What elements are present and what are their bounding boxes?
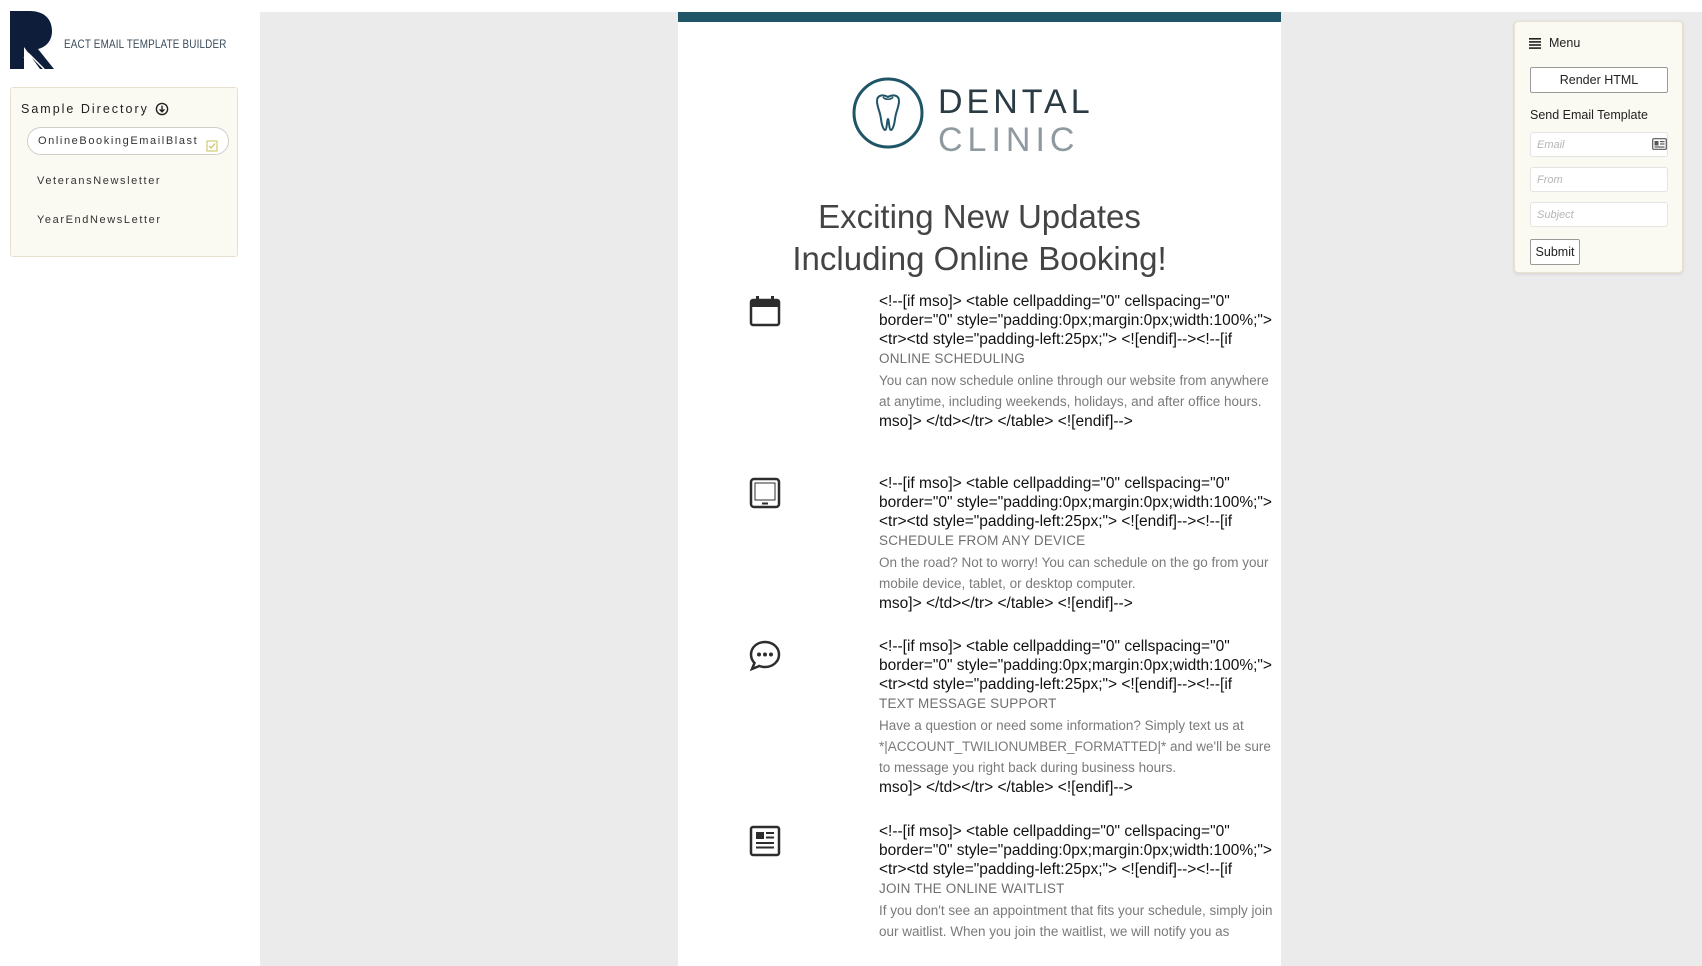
clinic-logo-line2: CLINIC <box>938 121 1080 159</box>
list-document-icon <box>748 824 782 858</box>
mso-code-close: mso]> </td></tr> </table> <![endif]--> <box>879 413 1133 430</box>
directory-item-label: VeteransNewsletter <box>37 175 162 187</box>
circle-arrow-down-icon[interactable] <box>155 102 169 116</box>
tooth-icon <box>852 77 924 149</box>
mso-code-open: <!--[if mso]> <table cellpadding="0" cel… <box>879 638 1277 693</box>
app-title: EACT EMAIL TEMPLATE BUILDER <box>64 39 227 51</box>
mso-code-close: mso]> </td></tr> </table> <![endif]--> <box>879 779 1133 796</box>
directory-item-veteransnewsletter[interactable]: VeteransNewsletter <box>27 167 171 195</box>
feature-description: On the road? Not to worry! You can sched… <box>879 555 1269 591</box>
menu-panel: Menu Render HTML Send Email Template Sub… <box>1514 21 1683 273</box>
feature-description: If you don't see an appointment that fit… <box>879 903 1273 939</box>
mso-code-open: <!--[if mso]> <table cellpadding="0" cel… <box>879 293 1277 348</box>
render-html-button[interactable]: Render HTML <box>1530 67 1668 93</box>
contact-card-icon <box>1652 137 1667 150</box>
mso-code-open: <!--[if mso]> <table cellpadding="0" cel… <box>879 475 1277 530</box>
tablet-icon <box>748 476 782 510</box>
checkbox-checked-icon <box>206 135 218 152</box>
directory-item-onlinebookingemailblast[interactable]: OnlineBookingEmailBlast <box>27 127 230 155</box>
clinic-logo-line1: DENTAL <box>938 83 1094 121</box>
email-preview: DENTAL CLINIC Exciting New Updates Inclu… <box>678 12 1281 966</box>
sample-directory-label: Sample Directory <box>21 102 149 116</box>
sample-directory-panel: Sample Directory OnlineBookingEmailBlast… <box>10 87 238 257</box>
email-headline: Exciting New Updates Including Online Bo… <box>678 196 1281 280</box>
feature-title: TEXT MESSAGE SUPPORT <box>879 696 1057 711</box>
directory-item-yearendnewsletter[interactable]: YearEndNewsLetter <box>27 206 172 234</box>
app-logo: EACT EMAIL TEMPLATE BUILDER <box>10 11 230 69</box>
submit-button[interactable]: Submit <box>1530 239 1580 265</box>
mso-code-close: mso]> </td></tr> </table> <![endif]--> <box>879 595 1133 612</box>
headline-line-2: Including Online Booking! <box>792 240 1167 277</box>
subject-field[interactable] <box>1530 202 1668 227</box>
from-field[interactable] <box>1530 167 1668 192</box>
hamburger-icon[interactable] <box>1529 37 1541 49</box>
directory-item-label: OnlineBookingEmailBlast <box>38 135 199 147</box>
headline-line-1: Exciting New Updates <box>818 198 1141 235</box>
menu-title: Menu <box>1549 36 1581 50</box>
calendar-icon <box>748 294 782 328</box>
mso-code-open: <!--[if mso]> <table cellpadding="0" cel… <box>879 823 1277 878</box>
feature-description: Have a question or need some information… <box>879 718 1271 775</box>
email-header-bar <box>678 12 1281 22</box>
feature-title: SCHEDULE FROM ANY DEVICE <box>879 533 1086 548</box>
menu-header[interactable]: Menu <box>1529 36 1580 50</box>
feature-title: ONLINE SCHEDULING <box>879 351 1025 366</box>
clinic-logo: DENTAL CLINIC <box>850 75 1110 159</box>
preview-canvas: DENTAL CLINIC Exciting New Updates Inclu… <box>260 12 1702 966</box>
sample-directory-title[interactable]: Sample Directory <box>21 102 169 116</box>
feature-title: JOIN THE ONLINE WAITLIST <box>879 881 1065 896</box>
app-logo-mark <box>10 11 54 69</box>
feature-description: You can now schedule online through our … <box>879 373 1269 409</box>
send-email-template-label: Send Email Template <box>1530 108 1648 122</box>
directory-item-label: YearEndNewsLetter <box>37 214 162 226</box>
chat-bubble-icon <box>748 639 782 673</box>
email-field[interactable] <box>1530 132 1668 157</box>
